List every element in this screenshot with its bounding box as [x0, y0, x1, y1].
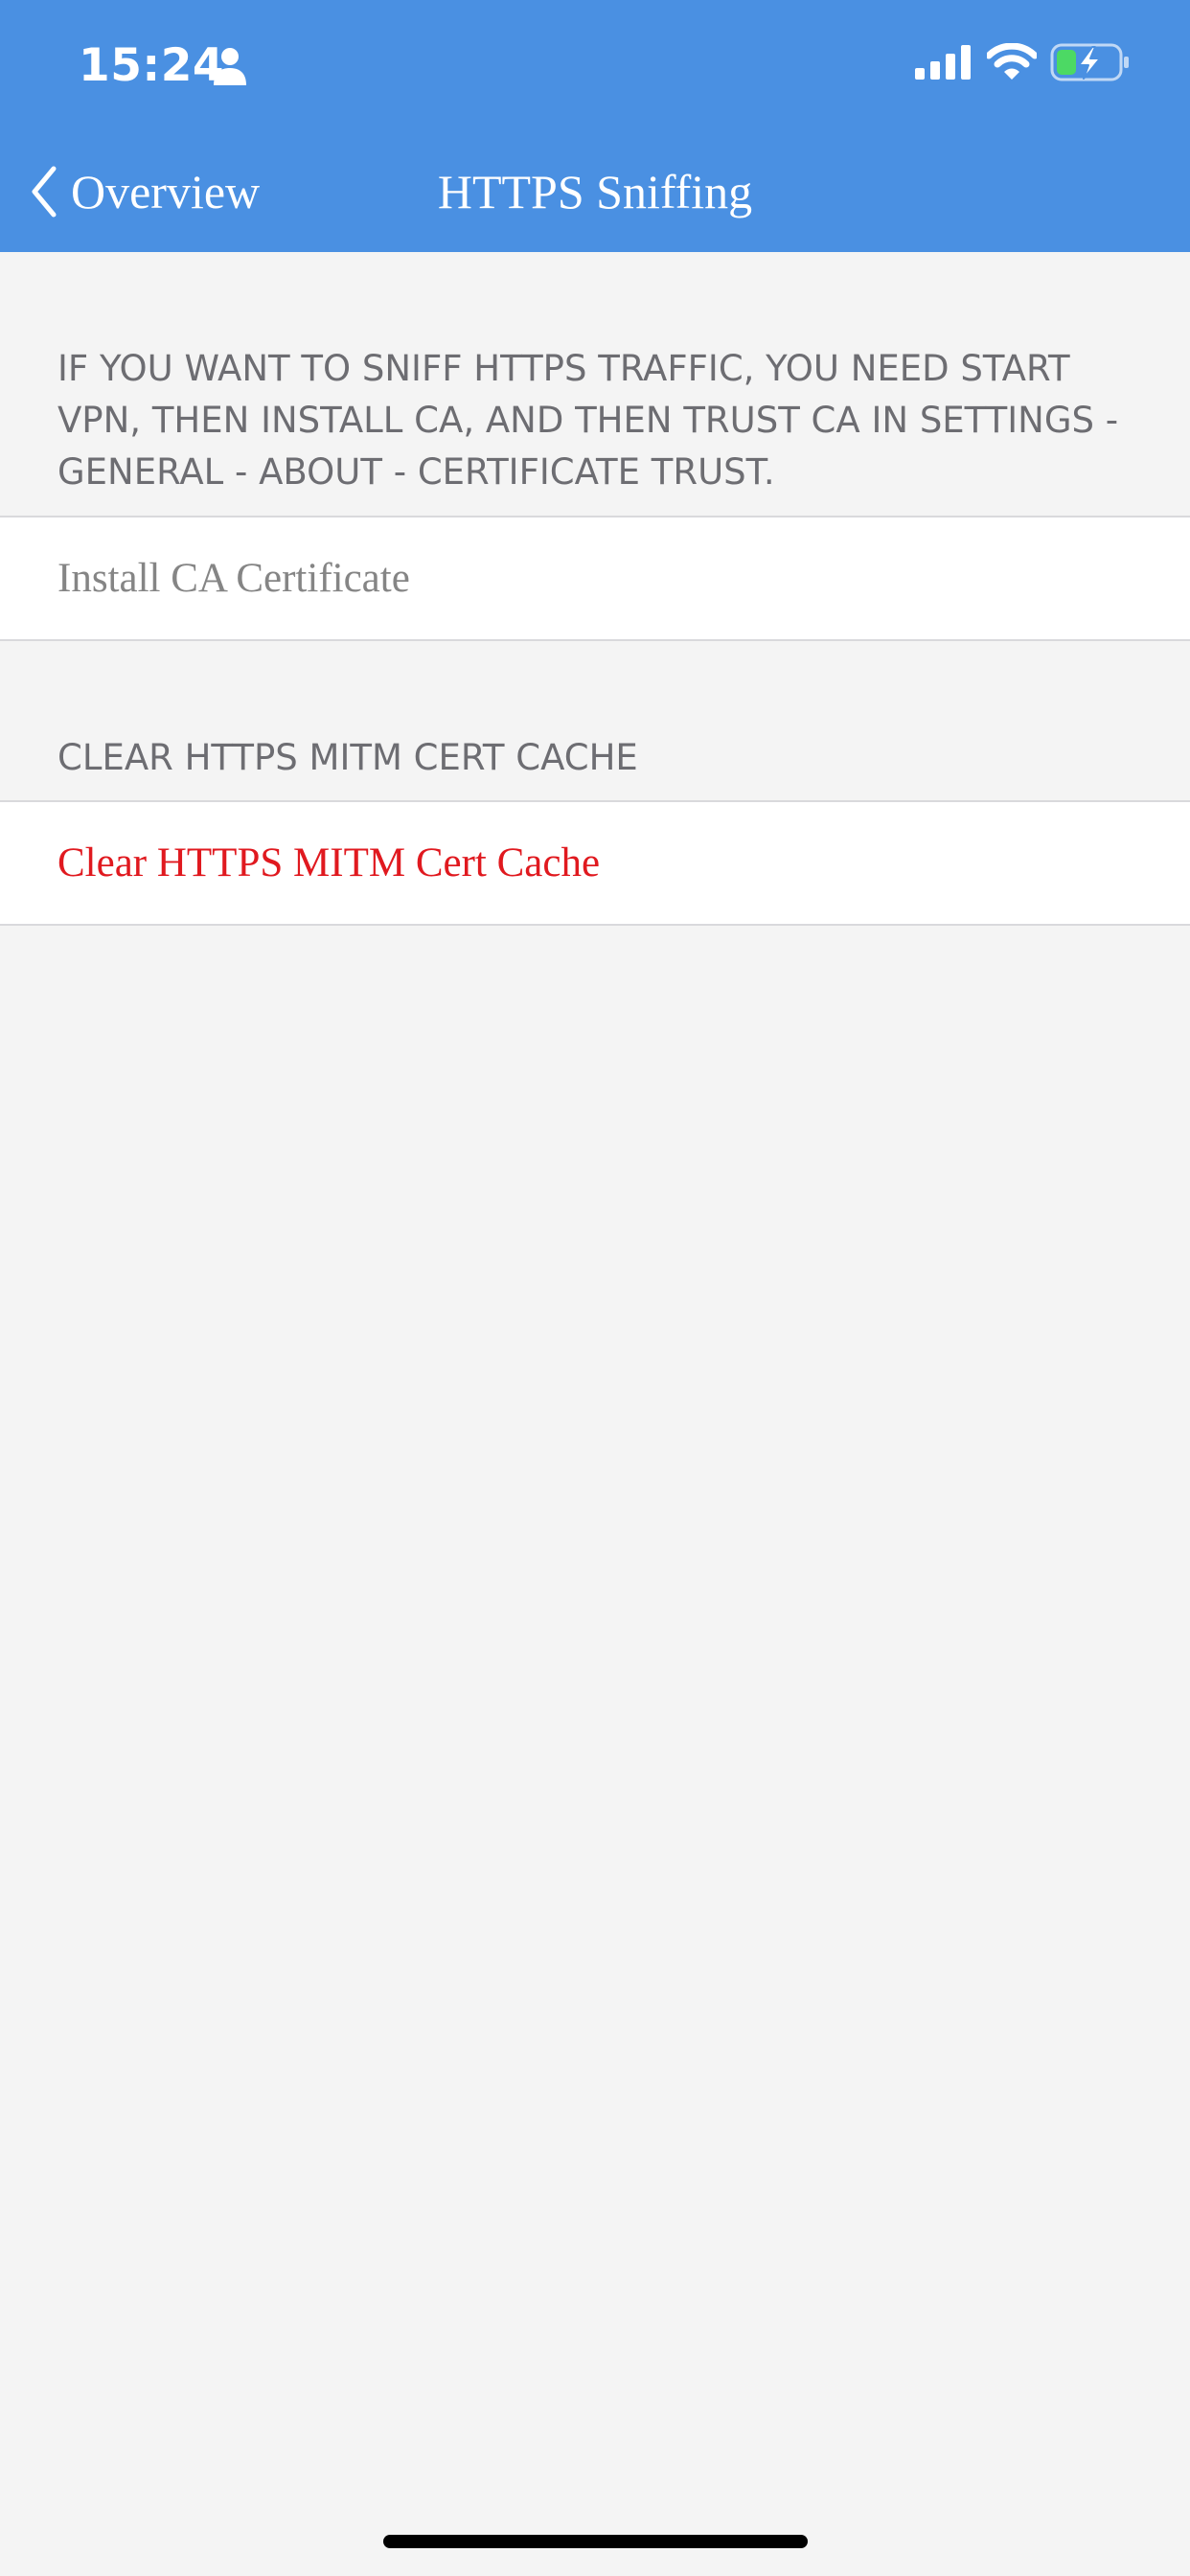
back-button-label: Overview: [71, 165, 261, 218]
back-button[interactable]: Overview: [27, 153, 260, 230]
chevron-left-icon: [32, 166, 57, 218]
clear-cert-cache-row[interactable]: Clear HTTPS MITM Cert Cache: [0, 800, 1190, 926]
navigation-bar: 15:24 Overview HTTPS Sniffing: [0, 0, 1190, 252]
status-time: 15:24: [79, 39, 225, 92]
section-header-install-info: IF YOU WANT TO SNIFF HTTPS TRAFFIC, YOU …: [57, 348, 1119, 493]
home-indicator[interactable]: [383, 2535, 808, 2548]
battery-charging-icon: [1050, 43, 1129, 81]
clear-cert-cache-label: Clear HTTPS MITM Cert Cache: [57, 840, 601, 886]
install-ca-certificate-row[interactable]: Install CA Certificate: [0, 516, 1190, 641]
install-ca-certificate-label: Install CA Certificate: [57, 556, 410, 601]
wifi-icon: [987, 43, 1037, 80]
signal-icon: [915, 45, 971, 80]
person-icon: [214, 48, 246, 85]
section-header-clear-cache: CLEAR HTTPS MITM CERT CACHE: [57, 737, 638, 778]
